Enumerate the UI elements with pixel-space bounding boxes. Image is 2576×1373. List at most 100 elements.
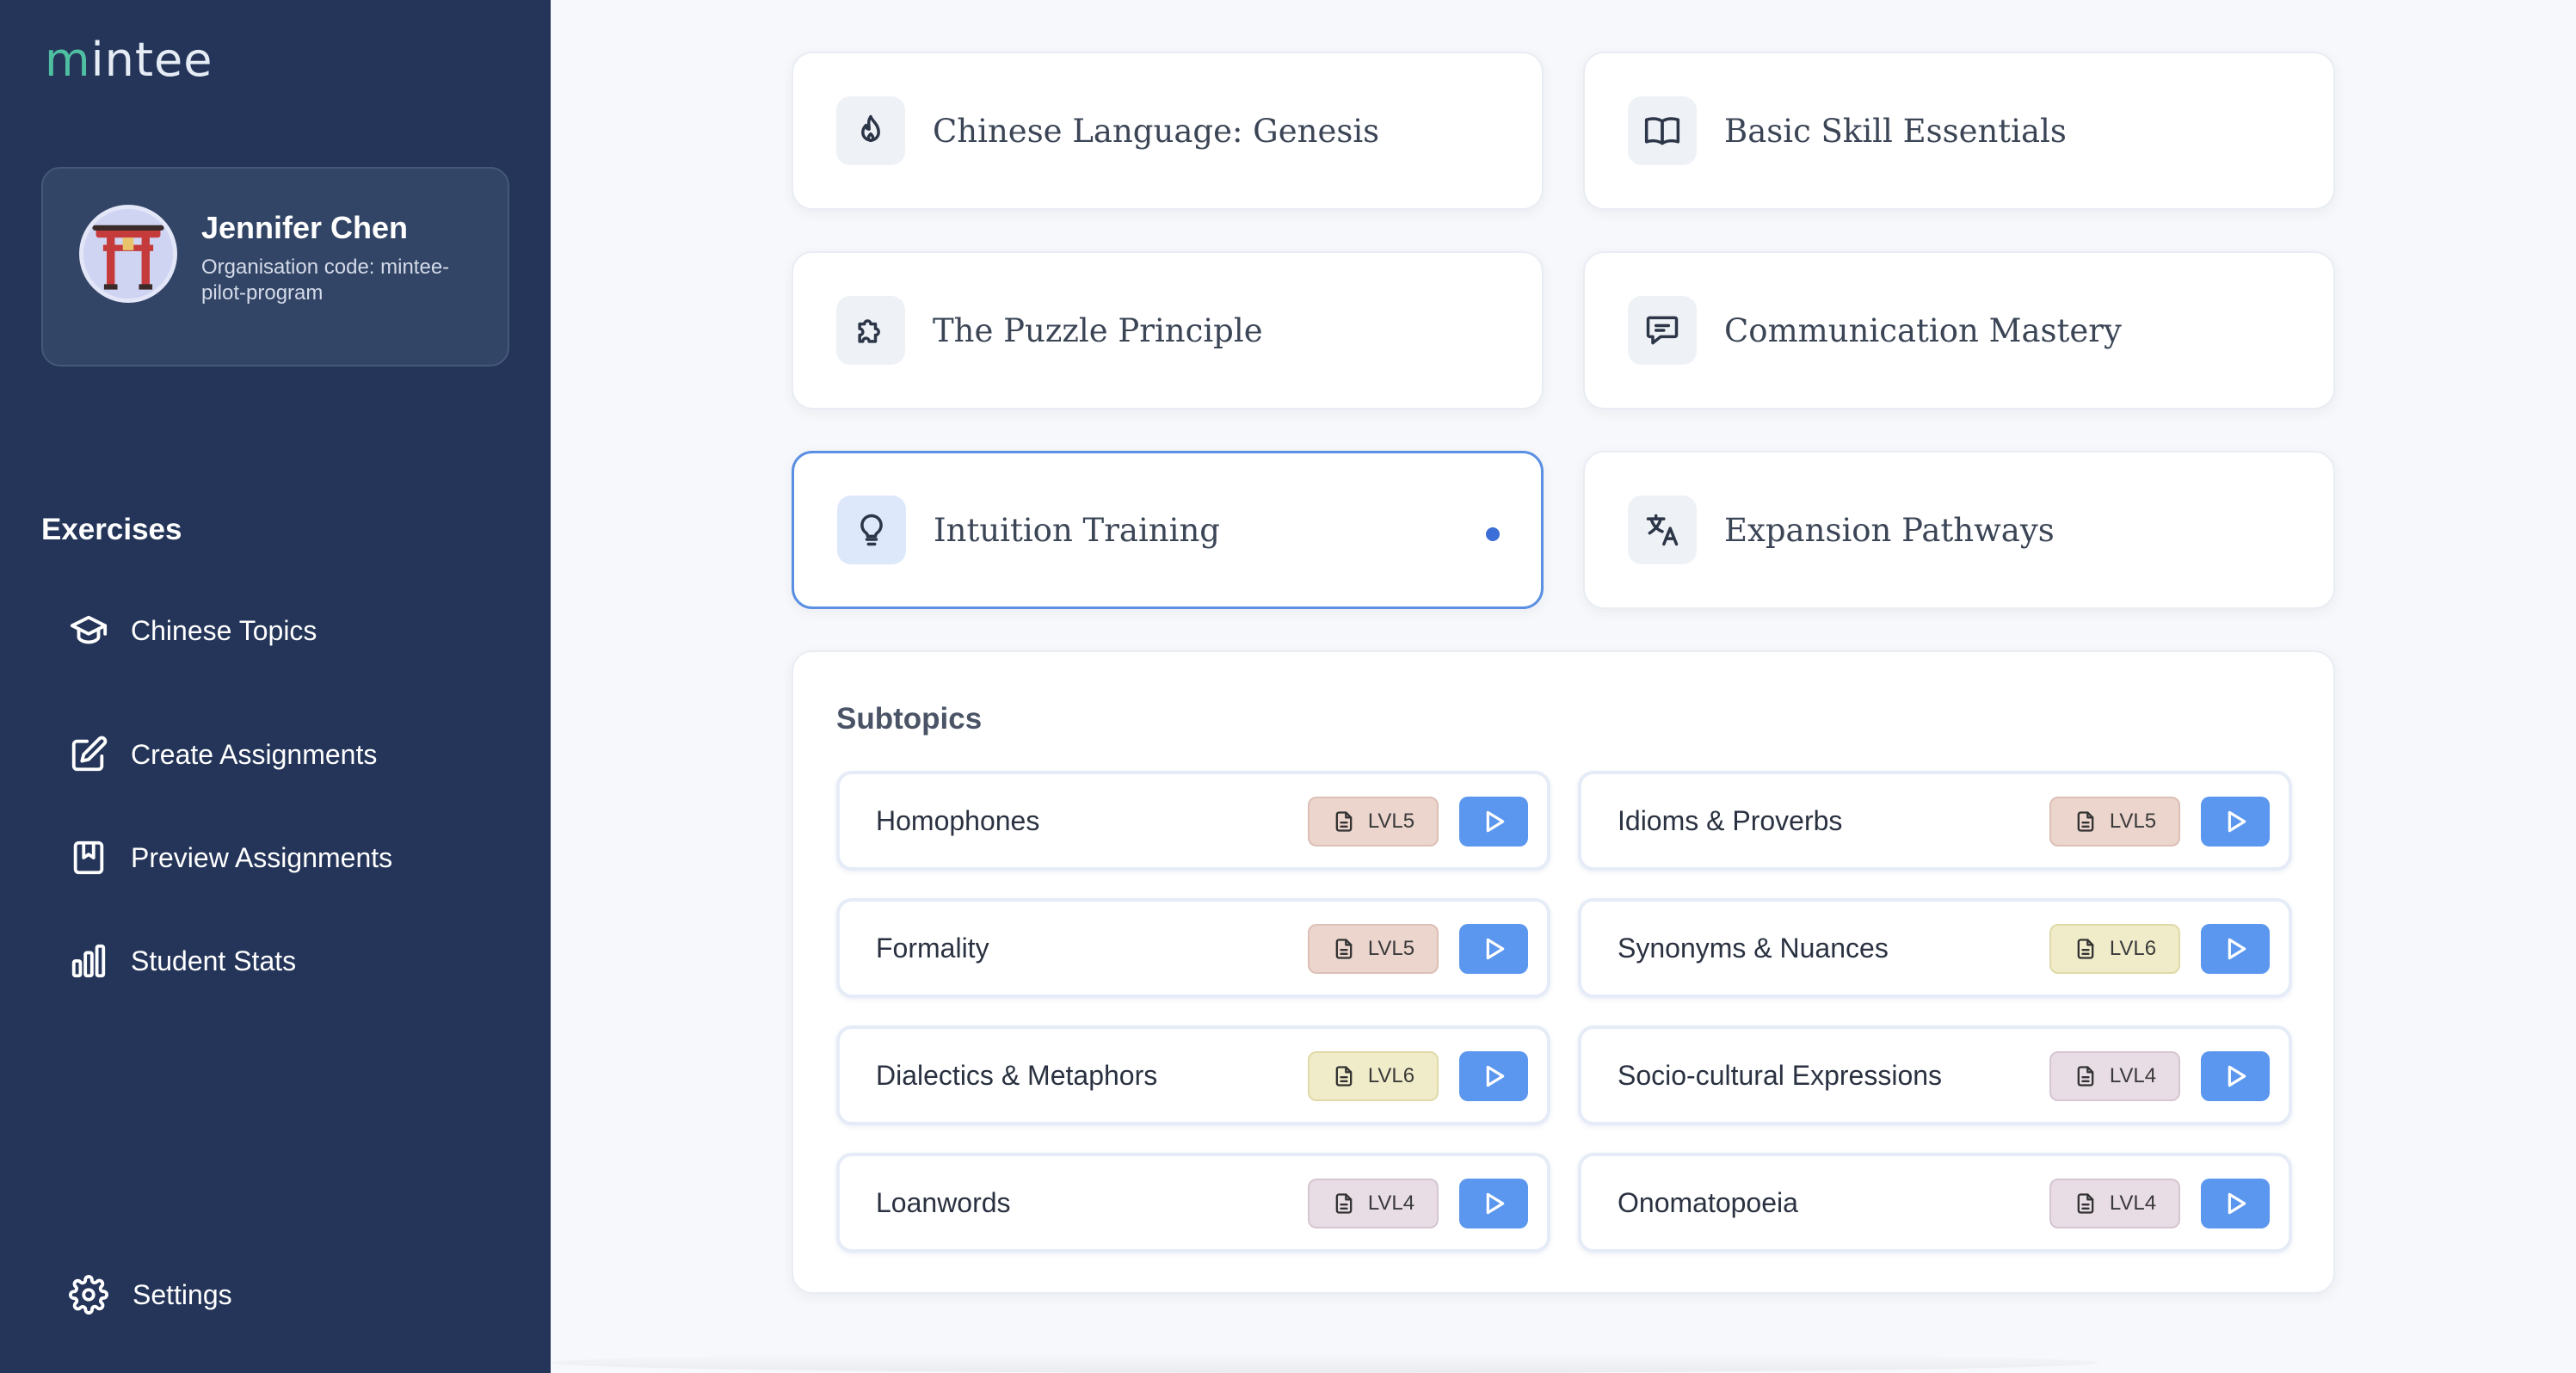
play-button[interactable] xyxy=(2201,924,2270,974)
sidebar-item-settings[interactable]: Settings xyxy=(69,1275,232,1315)
subtopic-row-homophones[interactable]: Homophones LVL5 xyxy=(836,771,1550,871)
play-icon xyxy=(2228,1065,2246,1087)
mintee-logo[interactable]: mintee xyxy=(45,33,213,87)
play-icon xyxy=(2228,810,2246,833)
exercises-section-title: Exercises xyxy=(41,513,182,546)
topic-label: Expansion Pathways xyxy=(1724,511,2055,549)
document-icon xyxy=(2077,1066,2094,1087)
topic-card-intuition-training[interactable]: Intuition Training xyxy=(792,451,1544,609)
topic-icon-box xyxy=(837,496,906,564)
level-text: LVL4 xyxy=(2109,1191,2157,1215)
document-icon xyxy=(1335,1193,1353,1214)
sidebar-item-preview-assignments[interactable]: Preview Assignments xyxy=(69,838,392,877)
sidebar: mintee Jennifer Chen Organisation code: … xyxy=(0,0,551,1373)
play-button[interactable] xyxy=(2201,797,2270,847)
level-badge: LVL5 xyxy=(2049,797,2180,847)
subtopic-row-idioms-proverbs[interactable]: Idioms & Proverbs LVL5 xyxy=(1578,771,2292,871)
edit-icon xyxy=(71,736,108,772)
translate-icon xyxy=(1646,514,1679,546)
torii-gate-icon xyxy=(83,209,173,299)
play-button[interactable] xyxy=(1459,1051,1528,1101)
graduation-cap-icon xyxy=(70,615,108,644)
bar-chart-icon xyxy=(71,944,106,978)
subtopic-row-socio-cultural-expressions[interactable]: Socio-cultural Expressions LVL4 xyxy=(1578,1025,2292,1125)
level-text: LVL6 xyxy=(1367,1064,1415,1087)
subtopic-label: Loanwords xyxy=(876,1186,1011,1218)
topic-icon-box xyxy=(1628,96,1697,165)
level-badge: LVL6 xyxy=(1308,1051,1439,1101)
topic-label: The Puzzle Principle xyxy=(933,311,1263,349)
scroll-shadow xyxy=(551,1352,2099,1373)
level-badge: LVL4 xyxy=(2049,1051,2180,1101)
subtopic-label: Synonyms & Nuances xyxy=(1618,932,1889,964)
puzzle-icon xyxy=(858,319,880,343)
active-indicator-dot xyxy=(1486,527,1500,541)
level-badge: LVL4 xyxy=(2049,1179,2180,1228)
play-button[interactable] xyxy=(2201,1051,2270,1101)
flame-icon xyxy=(861,114,880,143)
topic-card-the-puzzle-principle[interactable]: The Puzzle Principle xyxy=(792,251,1544,409)
play-icon xyxy=(1486,1065,1505,1087)
subtopic-row-synonyms-nuances[interactable]: Synonyms & Nuances LVL6 xyxy=(1578,898,2292,998)
subtopic-label: Homophones xyxy=(876,804,1040,836)
subtopic-row-onomatopoeia[interactable]: Onomatopoeia LVL4 xyxy=(1578,1153,2292,1253)
document-icon xyxy=(1335,1066,1353,1087)
play-icon xyxy=(1486,810,1505,833)
document-icon xyxy=(2077,1193,2094,1214)
sidebar-item-student-stats[interactable]: Student Stats xyxy=(69,941,296,981)
subtopic-label: Onomatopoeia xyxy=(1618,1186,1798,1218)
topic-card-expansion-pathways[interactable]: Expansion Pathways xyxy=(1583,451,2335,609)
subtopic-label: Formality xyxy=(876,932,989,964)
level-badge: LVL5 xyxy=(1308,797,1439,847)
subtopic-label: Dialectics & Metaphors xyxy=(876,1059,1158,1091)
topic-card-communication-mastery[interactable]: Communication Mastery xyxy=(1583,251,2335,409)
profile-name: Jennifer Chen xyxy=(201,210,409,245)
play-icon xyxy=(2228,1192,2246,1215)
topic-icon-box xyxy=(836,296,905,365)
topic-card-basic-skill-essentials[interactable]: Basic Skill Essentials xyxy=(1583,52,2335,210)
play-icon xyxy=(1486,1192,1505,1215)
subtopic-row-loanwords[interactable]: Loanwords LVL4 xyxy=(836,1153,1550,1253)
sidebar-item-chinese-topics[interactable]: Chinese Topics xyxy=(69,611,317,650)
topic-label: Basic Skill Essentials xyxy=(1724,112,2067,150)
level-text: LVL5 xyxy=(2109,810,2157,833)
subtopic-row-dialectics-metaphors[interactable]: Dialectics & Metaphors LVL6 xyxy=(836,1025,1550,1125)
subtopic-row-formality[interactable]: Formality LVL5 xyxy=(836,898,1550,998)
sidebar-item-label: Create Assignments xyxy=(131,738,378,770)
level-badge: LVL6 xyxy=(2049,924,2180,974)
document-icon xyxy=(1335,939,1353,959)
subtopics-title: Subtopics xyxy=(836,702,983,736)
play-button[interactable] xyxy=(1459,1179,1528,1228)
level-text: LVL4 xyxy=(1367,1191,1415,1215)
bookmark-book-icon xyxy=(73,840,104,875)
logo-text: intee xyxy=(90,33,213,87)
sidebar-item-label: Student Stats xyxy=(131,945,297,976)
topic-icon-box xyxy=(1628,496,1697,564)
document-icon xyxy=(1335,811,1353,832)
document-icon xyxy=(2077,811,2094,832)
level-badge: LVL4 xyxy=(1308,1179,1439,1228)
topic-icon-box xyxy=(1628,296,1697,365)
topic-card-chinese-language-genesis[interactable]: Chinese Language: Genesis xyxy=(792,52,1544,210)
play-icon xyxy=(1486,938,1505,960)
profile-card[interactable]: Jennifer Chen Organisation code: mintee-… xyxy=(41,167,509,366)
topic-label: Chinese Language: Genesis xyxy=(933,112,1380,150)
level-badge: LVL5 xyxy=(1308,924,1439,974)
level-text: LVL5 xyxy=(1367,937,1415,960)
avatar xyxy=(79,205,177,303)
settings-label: Settings xyxy=(132,1278,232,1310)
subtopic-label: Idioms & Proverbs xyxy=(1618,804,1843,836)
lightbulb-icon xyxy=(860,514,883,546)
sidebar-item-create-assignments[interactable]: Create Assignments xyxy=(69,735,377,774)
gear-icon xyxy=(69,1275,108,1315)
subtopics-panel: Subtopics Homophones LVL5 Idioms & Prove… xyxy=(792,650,2335,1294)
level-text: LVL4 xyxy=(2109,1064,2157,1087)
topic-label: Communication Mastery xyxy=(1724,311,2122,349)
document-icon xyxy=(2077,939,2094,959)
play-button[interactable] xyxy=(2201,1179,2270,1228)
topic-icon-box xyxy=(836,96,905,165)
logo-accent: m xyxy=(45,33,91,87)
play-button[interactable] xyxy=(1459,924,1528,974)
chat-icon xyxy=(1646,316,1679,345)
play-button[interactable] xyxy=(1459,797,1528,847)
